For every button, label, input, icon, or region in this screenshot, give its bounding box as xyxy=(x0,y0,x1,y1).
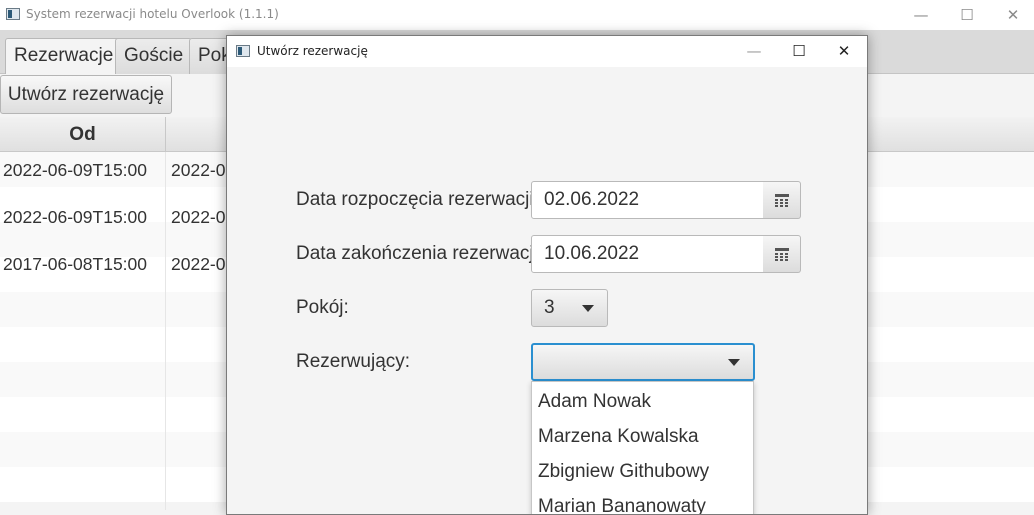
column-divider xyxy=(165,152,166,510)
start-date-field[interactable]: 02.06.2022 xyxy=(531,181,764,219)
create-reservation-dialog: Utwórz rezerwację — ☐ ✕ Data rozpoczęcia… xyxy=(226,35,868,515)
dialog-close-button[interactable]: ✕ xyxy=(821,36,867,67)
cell-od: 2022-06-09T15:00 xyxy=(3,160,147,180)
app-icon xyxy=(236,45,250,57)
cell-od: 2017-06-08T15:00 xyxy=(3,254,147,274)
column-header-od[interactable]: Od xyxy=(0,117,166,152)
guest-option[interactable]: Marzena Kowalska xyxy=(532,419,753,454)
calendar-icon xyxy=(775,248,789,261)
dropdown-arrow-icon xyxy=(582,305,594,312)
guest-options-popup: Adam Nowak Marzena Kowalska Zbigniew Git… xyxy=(531,381,754,514)
window-title: System rezerwacji hotelu Overlook (1.1.1… xyxy=(26,7,279,21)
dialog-maximize-button[interactable]: ☐ xyxy=(776,36,822,67)
guest-option[interactable]: Adam Nowak xyxy=(532,384,753,419)
dialog-minimize-button[interactable]: — xyxy=(731,36,777,67)
start-date-label: Data rozpoczęcia rezerwacji: xyxy=(296,189,539,210)
dialog-title: Utwórz rezerwację xyxy=(257,44,368,58)
cell-od: 2022-06-09T15:00 xyxy=(3,207,147,227)
create-reservation-button[interactable]: Utwórz rezerwację xyxy=(0,75,172,114)
calendar-icon xyxy=(775,194,789,207)
cell-do: 2022-0 xyxy=(171,207,226,227)
minimize-button[interactable]: — xyxy=(898,0,944,30)
room-combo[interactable]: 3 xyxy=(531,289,608,327)
guest-label: Rezerwujący: xyxy=(296,351,411,372)
end-date-label: Data zakończenia rezerwacji: xyxy=(296,243,544,264)
end-date-field[interactable]: 10.06.2022 xyxy=(531,235,764,273)
tab-goscie[interactable]: Goście xyxy=(115,38,193,74)
guest-option[interactable]: Marian Bananowaty xyxy=(532,489,753,514)
room-label: Pokój: xyxy=(296,297,349,318)
room-value: 3 xyxy=(544,297,555,318)
dropdown-arrow-icon xyxy=(728,359,740,366)
close-button[interactable]: ✕ xyxy=(990,0,1034,30)
end-date-picker-button[interactable] xyxy=(763,235,801,273)
guest-combo[interactable] xyxy=(531,343,755,381)
app-icon xyxy=(6,8,20,20)
guest-option[interactable]: Zbigniew Githubowy xyxy=(532,454,753,489)
start-date-picker-button[interactable] xyxy=(763,181,801,219)
cell-do: 2022-0 xyxy=(171,254,226,274)
tab-rezerwacje[interactable]: Rezerwacje xyxy=(5,38,123,74)
cell-do: 2022-0 xyxy=(171,160,226,180)
maximize-button[interactable]: ☐ xyxy=(944,0,990,30)
